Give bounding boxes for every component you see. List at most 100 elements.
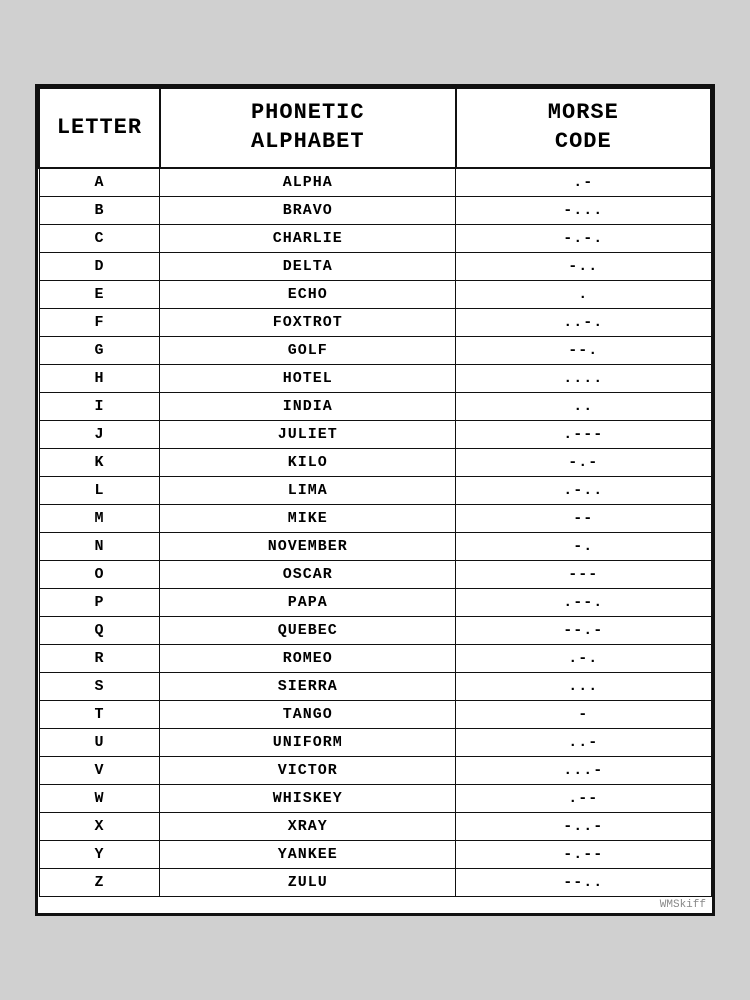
table-row: YYANKEE-.-- bbox=[39, 840, 711, 868]
cell-letter: G bbox=[39, 336, 160, 364]
table-row: UUNIFORM..- bbox=[39, 728, 711, 756]
table-row: KKILO-.- bbox=[39, 448, 711, 476]
table-row: VVICTOR...- bbox=[39, 756, 711, 784]
cell-phonetic: ZULU bbox=[160, 868, 456, 896]
cell-phonetic: LIMA bbox=[160, 476, 456, 504]
table-row: WWHISKEY.-- bbox=[39, 784, 711, 812]
cell-letter: B bbox=[39, 196, 160, 224]
cell-morse: --- bbox=[456, 560, 711, 588]
cell-morse: ...- bbox=[456, 756, 711, 784]
cell-morse: -.-- bbox=[456, 840, 711, 868]
header-phonetic: PHONETICALPHABET bbox=[160, 88, 456, 167]
cell-morse: .--. bbox=[456, 588, 711, 616]
cell-morse: ... bbox=[456, 672, 711, 700]
cell-letter: D bbox=[39, 252, 160, 280]
cell-letter: R bbox=[39, 644, 160, 672]
cell-phonetic: KILO bbox=[160, 448, 456, 476]
cell-letter: J bbox=[39, 420, 160, 448]
cell-letter: Q bbox=[39, 616, 160, 644]
cell-morse: --.. bbox=[456, 868, 711, 896]
cell-morse: .. bbox=[456, 392, 711, 420]
cell-letter: S bbox=[39, 672, 160, 700]
table-row: OOSCAR--- bbox=[39, 560, 711, 588]
cell-phonetic: DELTA bbox=[160, 252, 456, 280]
cell-phonetic: ALPHA bbox=[160, 168, 456, 197]
table-row: CCHARLIE-.-. bbox=[39, 224, 711, 252]
cell-letter: K bbox=[39, 448, 160, 476]
cell-morse: -. bbox=[456, 532, 711, 560]
cell-morse: ..-. bbox=[456, 308, 711, 336]
cell-letter: P bbox=[39, 588, 160, 616]
table-row: XXRAY-..- bbox=[39, 812, 711, 840]
table-row: AALPHA.- bbox=[39, 168, 711, 197]
cell-morse: .-- bbox=[456, 784, 711, 812]
table-row: QQUEBEC--.- bbox=[39, 616, 711, 644]
table-row: IINDIA.. bbox=[39, 392, 711, 420]
table-row: LLIMA.-.. bbox=[39, 476, 711, 504]
cell-letter: I bbox=[39, 392, 160, 420]
cell-phonetic: PAPA bbox=[160, 588, 456, 616]
cell-letter: U bbox=[39, 728, 160, 756]
table-row: MMIKE-- bbox=[39, 504, 711, 532]
cell-morse: -.. bbox=[456, 252, 711, 280]
cell-phonetic: VICTOR bbox=[160, 756, 456, 784]
table-row: HHOTEL.... bbox=[39, 364, 711, 392]
cell-phonetic: OSCAR bbox=[160, 560, 456, 588]
cell-morse: -.-. bbox=[456, 224, 711, 252]
cell-morse: . bbox=[456, 280, 711, 308]
table-row: NNOVEMBER-. bbox=[39, 532, 711, 560]
cell-letter: E bbox=[39, 280, 160, 308]
table-row: DDELTA-.. bbox=[39, 252, 711, 280]
cell-letter: M bbox=[39, 504, 160, 532]
watermark: WMSkiff bbox=[38, 897, 712, 913]
cell-morse: -- bbox=[456, 504, 711, 532]
cell-phonetic: SIERRA bbox=[160, 672, 456, 700]
table-row: SSIERRA... bbox=[39, 672, 711, 700]
cell-phonetic: INDIA bbox=[160, 392, 456, 420]
cell-morse: ..- bbox=[456, 728, 711, 756]
cell-letter: Z bbox=[39, 868, 160, 896]
cell-letter: L bbox=[39, 476, 160, 504]
cell-morse: - bbox=[456, 700, 711, 728]
cell-phonetic: XRAY bbox=[160, 812, 456, 840]
cell-phonetic: WHISKEY bbox=[160, 784, 456, 812]
cell-letter: O bbox=[39, 560, 160, 588]
table-row: TTANGO- bbox=[39, 700, 711, 728]
cell-phonetic: NOVEMBER bbox=[160, 532, 456, 560]
cell-morse: --. bbox=[456, 336, 711, 364]
cell-phonetic: GOLF bbox=[160, 336, 456, 364]
cell-phonetic: BRAVO bbox=[160, 196, 456, 224]
cell-phonetic: ROMEO bbox=[160, 644, 456, 672]
cell-phonetic: FOXTROT bbox=[160, 308, 456, 336]
table-row: ZZULU--.. bbox=[39, 868, 711, 896]
cell-letter: C bbox=[39, 224, 160, 252]
cell-letter: X bbox=[39, 812, 160, 840]
cell-letter: V bbox=[39, 756, 160, 784]
cell-phonetic: ECHO bbox=[160, 280, 456, 308]
cell-morse: -..- bbox=[456, 812, 711, 840]
cell-letter: Y bbox=[39, 840, 160, 868]
cell-morse: .- bbox=[456, 168, 711, 197]
cell-phonetic: CHARLIE bbox=[160, 224, 456, 252]
cell-phonetic: TANGO bbox=[160, 700, 456, 728]
cell-morse: .--- bbox=[456, 420, 711, 448]
cell-morse: -... bbox=[456, 196, 711, 224]
cell-letter: F bbox=[39, 308, 160, 336]
cell-morse: .-. bbox=[456, 644, 711, 672]
cell-phonetic: UNIFORM bbox=[160, 728, 456, 756]
cell-letter: W bbox=[39, 784, 160, 812]
cell-phonetic: YANKEE bbox=[160, 840, 456, 868]
table-row: GGOLF--. bbox=[39, 336, 711, 364]
table-header-row: LETTER PHONETICALPHABET MORSECODE bbox=[39, 88, 711, 167]
morse-code-card: LETTER PHONETICALPHABET MORSECODE AALPHA… bbox=[35, 84, 715, 915]
cell-letter: H bbox=[39, 364, 160, 392]
cell-phonetic: JULIET bbox=[160, 420, 456, 448]
header-morse: MORSECODE bbox=[456, 88, 711, 167]
table-row: JJULIET.--- bbox=[39, 420, 711, 448]
cell-letter: A bbox=[39, 168, 160, 197]
cell-morse: --.- bbox=[456, 616, 711, 644]
cell-phonetic: QUEBEC bbox=[160, 616, 456, 644]
cell-phonetic: MIKE bbox=[160, 504, 456, 532]
table-row: RROMEO.-. bbox=[39, 644, 711, 672]
cell-letter: N bbox=[39, 532, 160, 560]
